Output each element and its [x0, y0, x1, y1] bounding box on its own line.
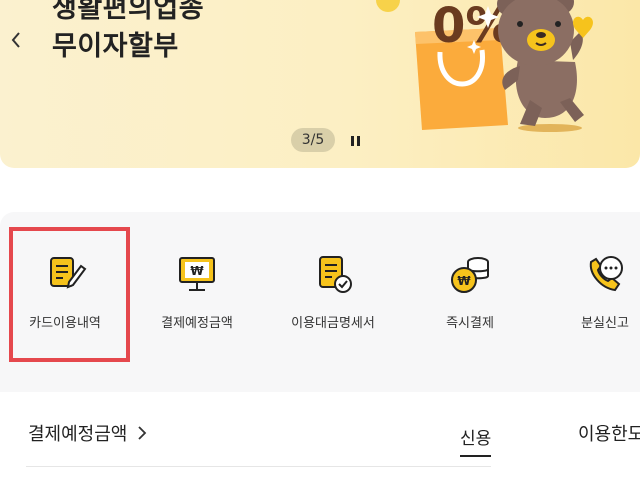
promo-banner[interactable]: 생활편의업종 무이자할부 3/5 0% — [0, 0, 640, 168]
coin-stack-icon: ₩ — [451, 257, 489, 293]
quick-menu-label: 즉시결제 — [446, 316, 494, 331]
quick-menu-lost-report[interactable]: 분실신고 — [540, 252, 640, 342]
svg-text:₩: ₩ — [457, 274, 471, 288]
banner-pager: 3/5 — [291, 128, 335, 152]
banner-title-line2: 무이자할부 — [52, 31, 179, 62]
tab-credit[interactable]: 신용 — [460, 424, 492, 457]
banner-title: 생활편의업종 무이자할부 — [52, 0, 204, 66]
payment-due-title: 결제예정금액 — [28, 424, 128, 445]
quick-menu-instant-payment[interactable]: ₩ 즉시결제 — [405, 252, 535, 342]
highlight-box — [9, 227, 130, 362]
banner-title-line1: 생활편의업종 — [52, 0, 205, 24]
chevron-right-icon — [138, 426, 147, 440]
quick-menu-label: 분실신고 — [581, 316, 629, 331]
phone-call-icon — [589, 256, 623, 292]
usage-limit-title[interactable]: 이용한도 — [578, 420, 640, 446]
divider — [26, 466, 491, 467]
statement-icon — [319, 256, 352, 293]
quick-menu-payment-due[interactable]: ₩ 결제예정금액 — [132, 252, 262, 342]
quick-menu-statement[interactable]: 이용대금명세서 — [268, 252, 398, 342]
quick-menu-label: 이용대금명세서 — [291, 316, 375, 331]
bear-shopping-illustration: 0% — [376, 0, 593, 132]
payment-due-header[interactable]: 결제예정금액 — [28, 420, 147, 446]
chevron-left-icon — [11, 32, 20, 48]
won-monitor-icon: ₩ — [179, 257, 215, 291]
pause-icon[interactable] — [348, 133, 362, 149]
quick-menu-label: 결제예정금액 — [161, 316, 233, 331]
svg-text:₩: ₩ — [190, 264, 204, 278]
banner-prev-button[interactable] — [6, 26, 26, 54]
